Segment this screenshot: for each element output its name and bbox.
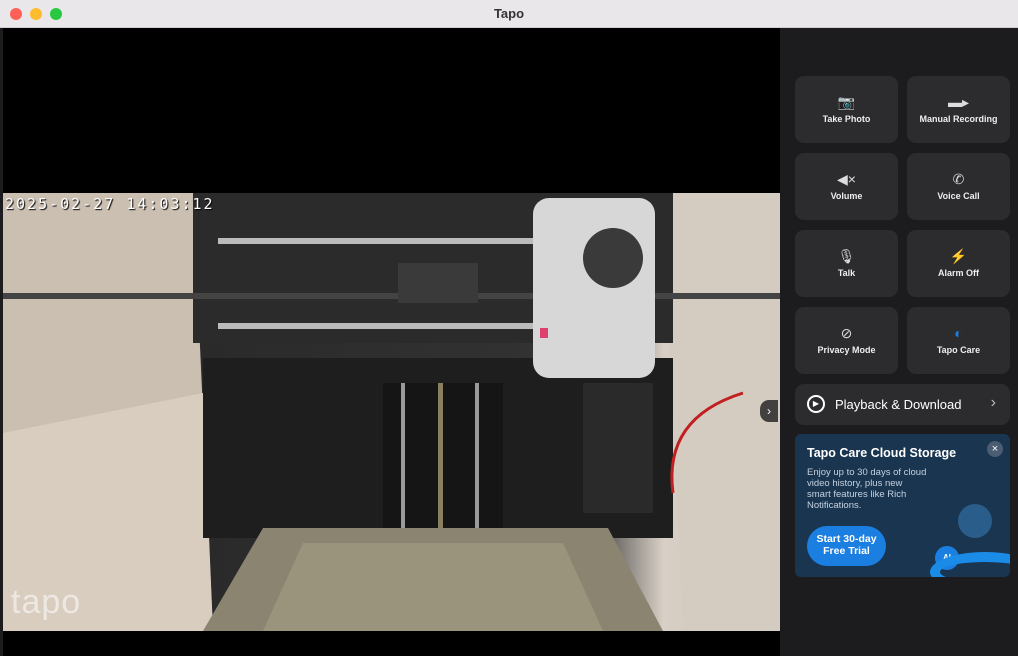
talk-button[interactable]: 🎙Talk [795,230,898,297]
alarm-icon: ⚡ [907,248,1010,264]
take-photo-button[interactable]: 📷Take Photo [795,76,898,143]
tapo-care-promo: Tapo Care Cloud Storage Enjoy up to 30 d… [795,434,1010,577]
next-arrow-button[interactable]: › [760,400,778,422]
promo-body: Enjoy up to 30 days of cloud video histo… [807,467,927,511]
privacy-icon: ⊘ [795,325,898,341]
camera-feed [3,193,780,631]
microphone-icon: 🎙 [795,248,898,264]
playback-label: Playback & Download [835,397,961,412]
live-video[interactable]: 2025-02-27 14:03:12 tapo › [3,28,780,656]
cloud-illustration: AI [930,504,1010,577]
promo-close-button[interactable]: × [987,441,1003,457]
volume-muted-icon: ◀× [795,171,898,187]
chevron-right-icon: › [991,394,996,412]
voice-call-button[interactable]: ✆Voice Call [907,153,1010,220]
tapo-care-button[interactable]: ◐Tapo Care [907,307,1010,374]
phone-icon: ✆ [907,171,1010,187]
alarm-off-button[interactable]: ⚡Alarm Off [907,230,1010,297]
promo-title: Tapo Care Cloud Storage [807,446,956,460]
video-timestamp: 2025-02-27 14:03:12 [5,195,215,213]
window-title: Tapo [0,6,1018,21]
video-camera-icon: ▬▸ [907,94,1010,110]
playback-download-button[interactable]: ▶ Playback & Download › [795,384,1010,425]
playback-icon: ▶ [807,395,825,413]
manual-recording-button[interactable]: ▬▸Manual Recording [907,76,1010,143]
camera-icon: 📷 [795,94,898,110]
control-panel: 📷Take Photo ▬▸Manual Recording ◀×Volume … [780,28,1018,656]
privacy-mode-button[interactable]: ⊘Privacy Mode [795,307,898,374]
title-bar: Tapo [0,0,1018,28]
tapo-care-icon: ◐ [907,325,1010,341]
tapo-watermark: tapo [11,583,81,622]
printer-scene [3,193,780,631]
start-free-trial-button[interactable]: Start 30-day Free Trial [807,526,886,566]
volume-button[interactable]: ◀×Volume [795,153,898,220]
